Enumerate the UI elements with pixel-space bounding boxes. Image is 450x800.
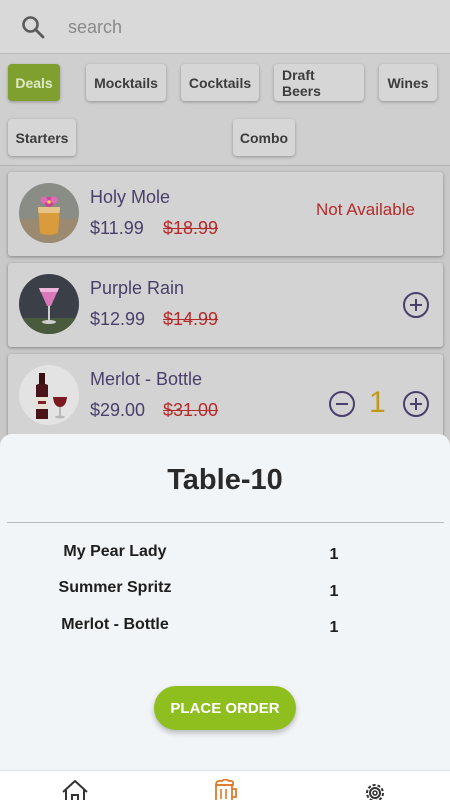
minus-circle-icon[interactable]	[328, 390, 356, 418]
category-chip-deals[interactable]: Deals	[8, 64, 60, 101]
search-input[interactable]	[68, 14, 428, 40]
plus-circle-icon[interactable]	[402, 390, 430, 418]
category-chip-starters[interactable]: Starters	[8, 119, 76, 156]
item-price: $12.99	[90, 309, 146, 329]
item-price: $11.99	[90, 218, 144, 238]
order-line-qty: 1	[329, 583, 339, 600]
category-chip-cocktails[interactable]: Cocktails	[181, 64, 259, 101]
category-chip-mocktails[interactable]: Mocktails	[86, 64, 166, 101]
order-line-name: Merlot - Bottle	[61, 616, 169, 633]
home-icon[interactable]	[60, 779, 90, 800]
order-sheet: Table-10 My Pear Lady 1 Summer Spritz 1 …	[0, 434, 450, 770]
search-icon[interactable]	[20, 14, 46, 40]
item-quantity: 1	[369, 386, 386, 419]
item-price: $29.00	[90, 400, 146, 420]
category-chip-draft-beers[interactable]: Draft Beers	[274, 64, 364, 101]
item-original-price: $31.00	[163, 400, 219, 420]
availability-status: Not Available	[316, 200, 415, 219]
item-image	[19, 183, 79, 243]
item-image	[19, 365, 79, 425]
plus-circle-icon[interactable]	[402, 291, 430, 319]
item-name: Merlot - Bottle	[90, 369, 203, 389]
divider	[7, 522, 444, 523]
bottom-nav	[0, 770, 450, 800]
item-image	[19, 274, 79, 334]
order-line-qty: 1	[329, 619, 339, 636]
menu-item-card[interactable]: Holy Mole $11.99 $18.99 Not Available	[8, 172, 443, 256]
order-line-qty: 1	[329, 546, 339, 563]
item-name: Holy Mole	[90, 187, 171, 207]
item-original-price: $14.99	[163, 309, 219, 329]
order-line-name: My Pear Lady	[63, 543, 167, 560]
menu-item-card[interactable]: Purple Rain $12.99 $14.99	[8, 263, 443, 347]
gear-icon[interactable]	[360, 779, 390, 800]
category-chip-wines[interactable]: Wines	[379, 64, 437, 101]
search-bar	[0, 0, 450, 54]
category-bar: Deals Mocktails Cocktails Draft Beers Wi…	[0, 54, 450, 166]
category-chip-combo[interactable]: Combo	[233, 119, 295, 156]
place-order-button[interactable]: PLACE ORDER	[154, 686, 296, 730]
menu-item-card[interactable]: Merlot - Bottle $29.00 $31.00 1	[8, 354, 443, 438]
item-name: Purple Rain	[90, 278, 185, 298]
table-title: Table-10	[167, 464, 283, 496]
beer-mug-icon[interactable]	[210, 779, 240, 800]
order-line-name: Summer Spritz	[58, 579, 172, 596]
item-original-price: $18.99	[163, 218, 219, 238]
